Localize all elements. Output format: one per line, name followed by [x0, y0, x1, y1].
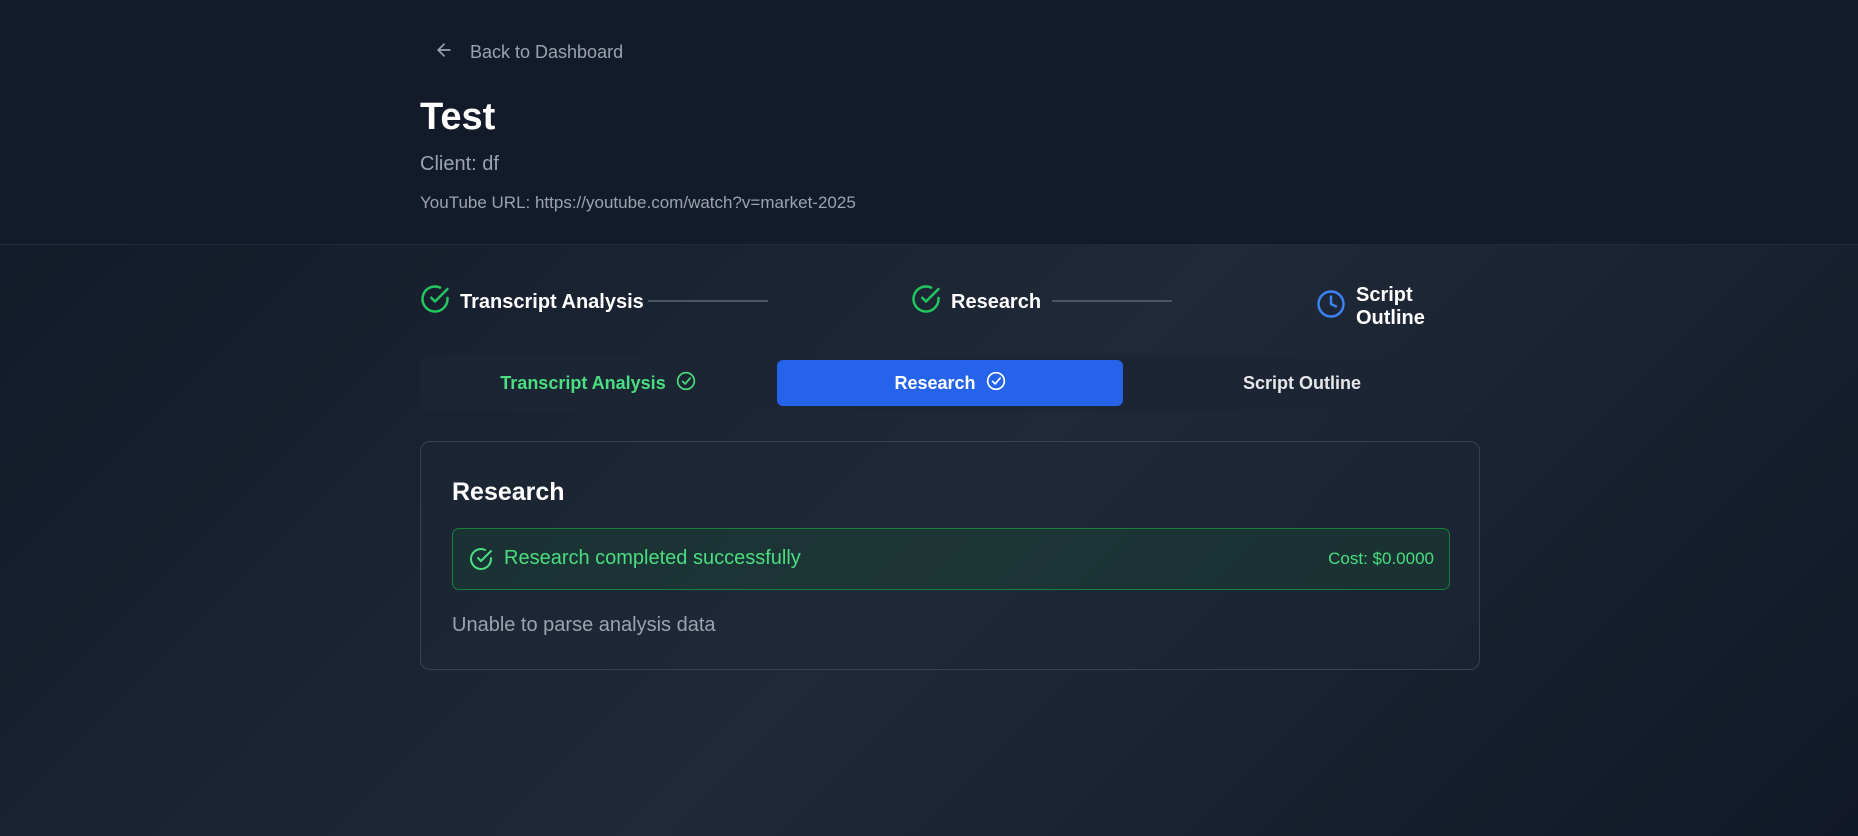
progress-stepper: Transcript Analysis Research Script Outl… [420, 284, 1480, 329]
step-research: Research [911, 284, 1041, 320]
check-circle-icon [420, 284, 450, 320]
check-circle-icon [911, 284, 941, 320]
tab-script-outline[interactable]: Script Outline [1129, 360, 1475, 406]
card-title: Research [452, 478, 565, 506]
client-name: Client: df [420, 153, 499, 175]
step-connector [1052, 300, 1172, 302]
tab-research[interactable]: Research [777, 360, 1123, 406]
page-title: Test [420, 96, 496, 138]
youtube-url: YouTube URL: https://youtube.com/watch?v… [420, 193, 856, 212]
research-card: Research Research completed successfully… [420, 441, 1480, 670]
check-circle-icon [469, 547, 493, 571]
step-label: Research [951, 290, 1042, 313]
check-circle-icon [676, 371, 696, 396]
tab-transcript-analysis[interactable]: Transcript Analysis [425, 360, 771, 406]
tab-label: Script Outline [1242, 372, 1361, 393]
tab-label: Transcript Analysis [500, 372, 666, 393]
success-message: Research completed successfully [504, 547, 801, 569]
step-script-outline: Script Outline [1316, 284, 1480, 330]
step-connector [648, 300, 768, 302]
cost-label: Cost: $0.0000 [1328, 549, 1434, 568]
parse-error-message: Unable to parse analysis data [452, 614, 716, 636]
step-transcript-analysis: Transcript Analysis [420, 284, 644, 320]
tab-label: Research [894, 372, 976, 393]
tab-bar: Transcript Analysis Research Script Outl… [420, 355, 1480, 411]
step-label: Transcript Analysis [460, 290, 644, 313]
back-link-label: Back to Dashboard [470, 42, 624, 62]
check-circle-icon [986, 371, 1006, 396]
success-alert: Research completed successfully Cost: $0… [452, 528, 1450, 590]
back-to-dashboard-link[interactable]: Back to Dashboard [434, 40, 623, 65]
arrow-left-icon [434, 40, 454, 65]
clock-icon [1316, 289, 1346, 325]
step-label: Script Outline [1356, 284, 1425, 329]
page-header [0, 0, 1858, 245]
